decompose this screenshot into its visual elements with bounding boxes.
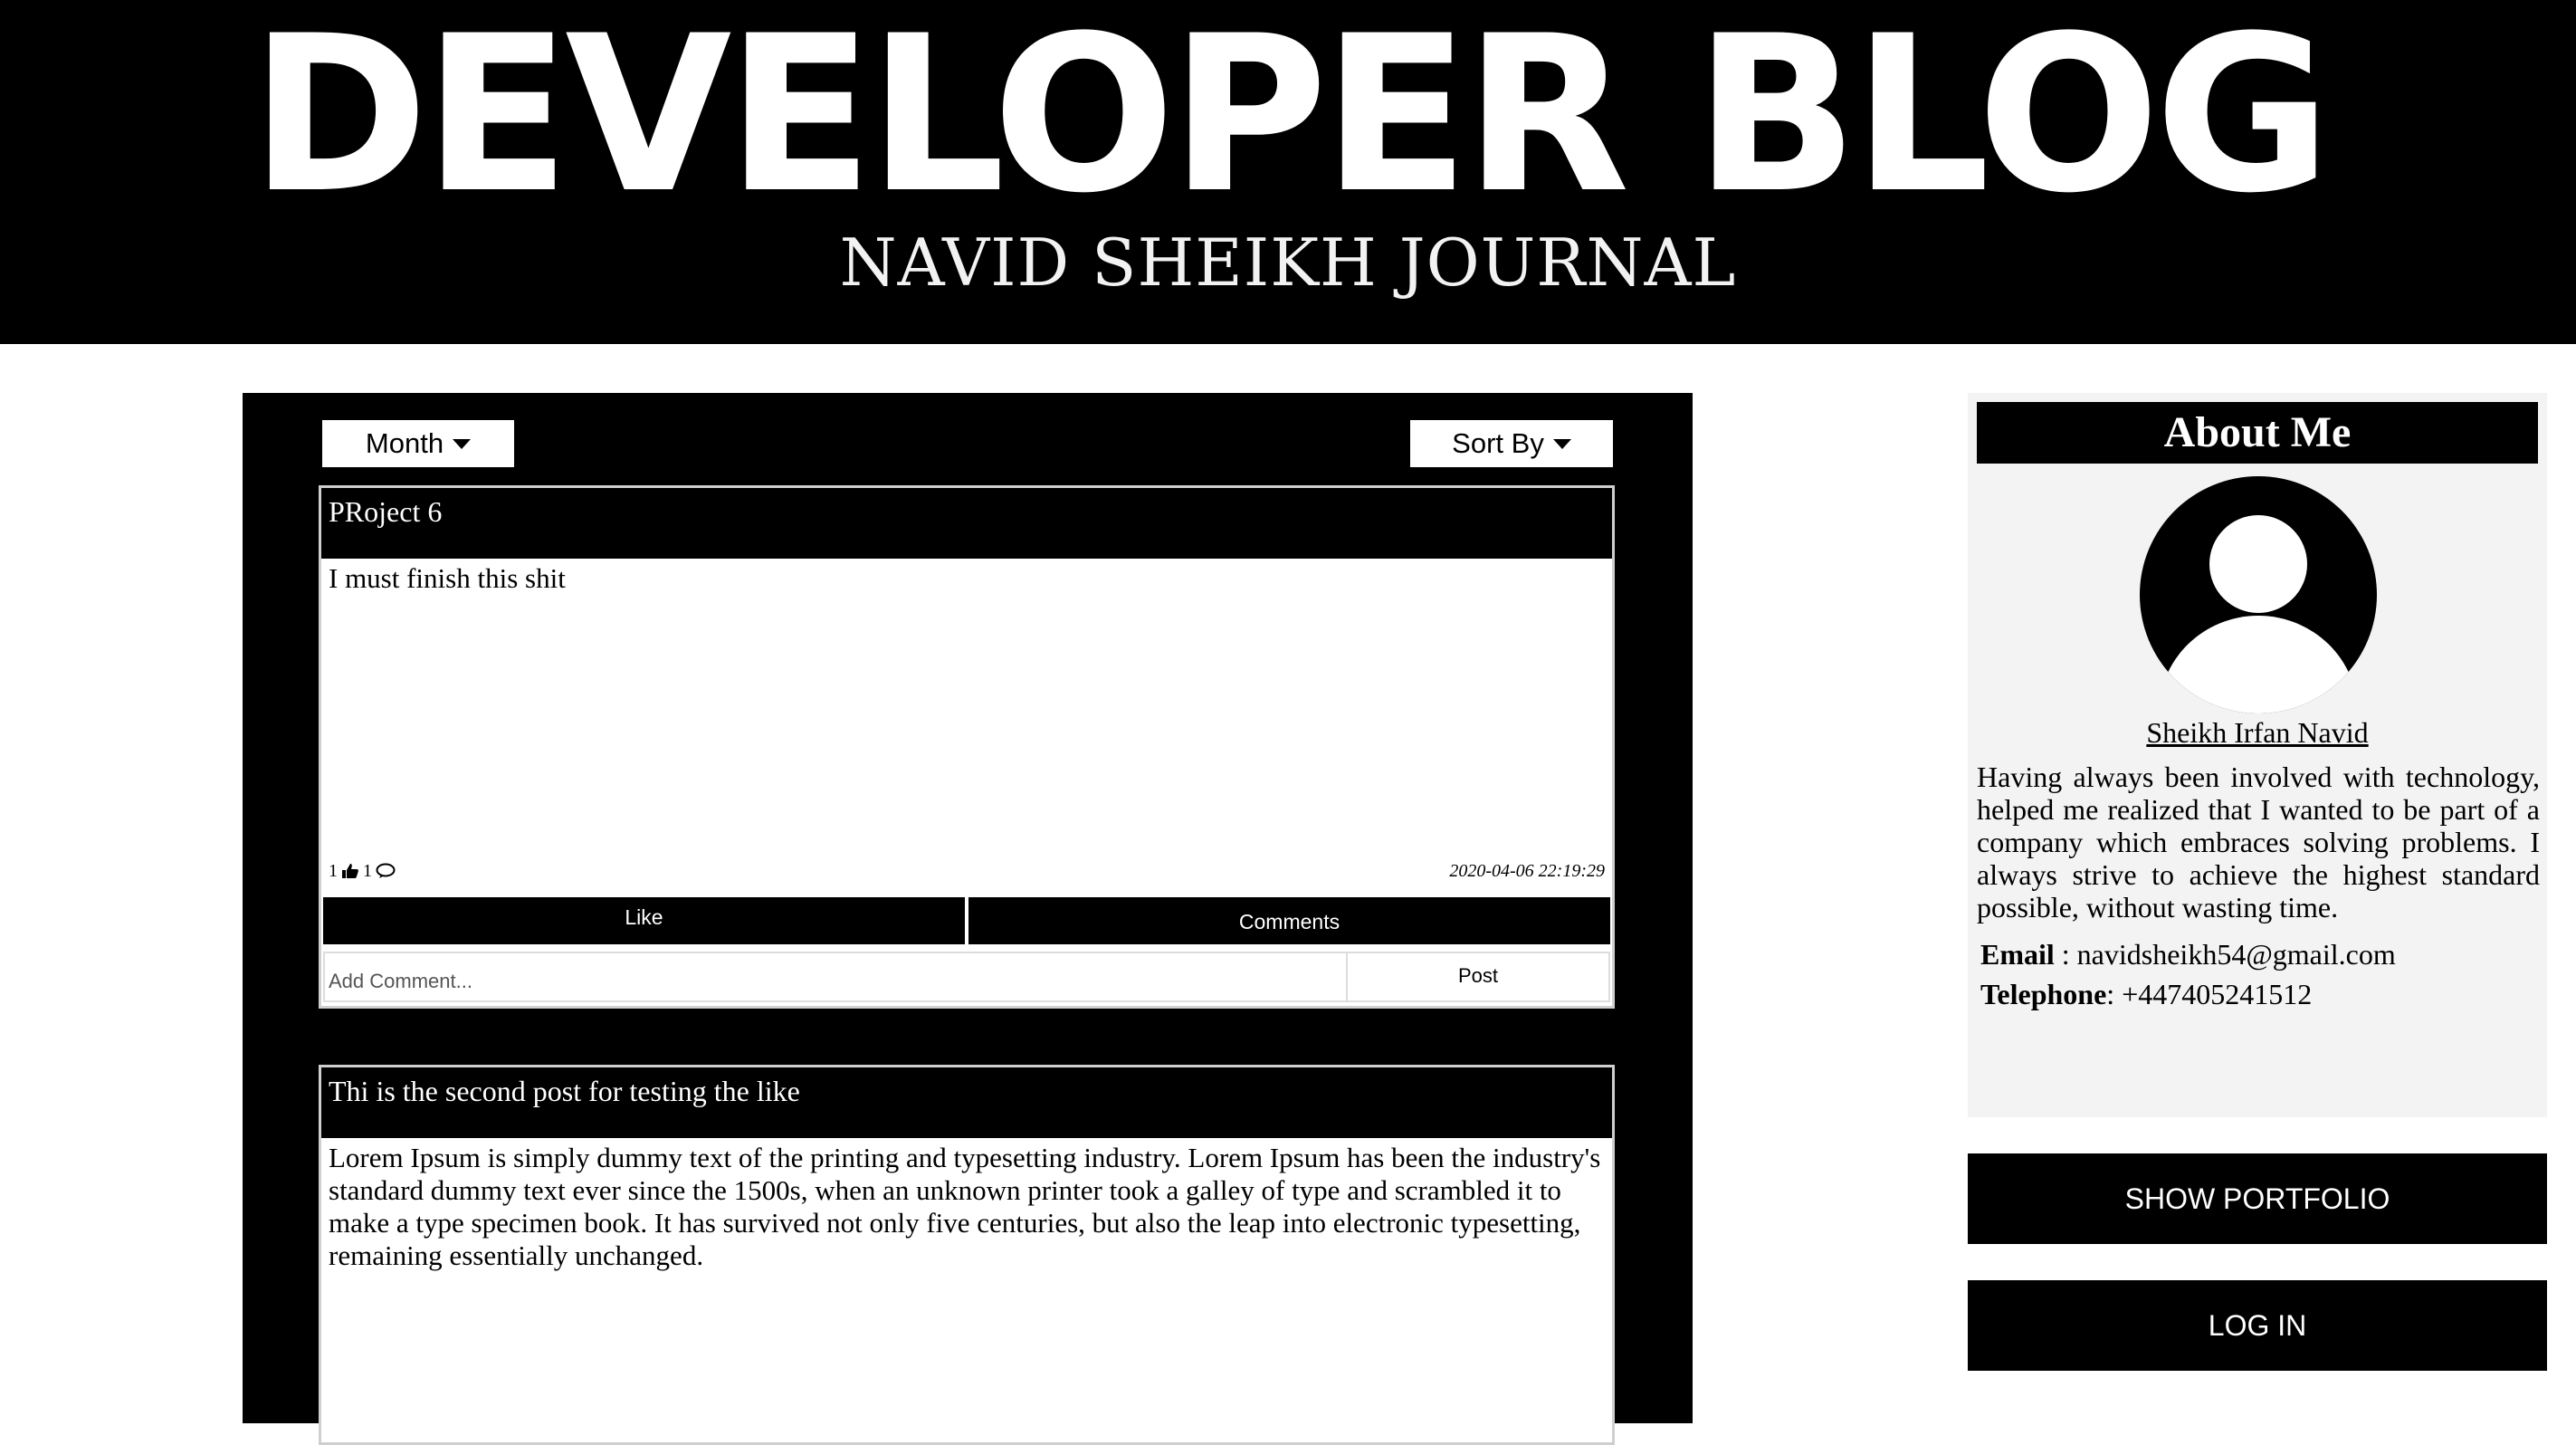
blog-title: DEVELOPER BLOG [250,0,2332,241]
post-title: PRoject 6 [321,488,1612,559]
log-in-button[interactable]: LOG IN [1968,1280,2547,1371]
telephone-value: : +447405241512 [2106,978,2313,1010]
sort-by-dropdown[interactable]: Sort By [1410,420,1613,467]
month-dropdown-label: Month [365,427,444,459]
post-card: Thi is the second post for testing the l… [319,1065,1615,1445]
post-actions: Like Comments [323,897,1610,944]
post-body: I must finish this shit [329,562,566,594]
email-value: : navidsheikh54@gmail.com [2054,938,2396,971]
email-label: Email [1980,938,2055,971]
about-me-panel: About Me Sheikh Irfan Navid Having alway… [1968,393,2547,1117]
thumbs-up-icon [341,863,359,879]
telephone-label: Telephone [1980,978,2107,1010]
posts-feed: Month Sort By PRoject 6 I must finish th… [243,393,1693,1445]
author-bio: Having always been involved with technol… [1977,761,2540,923]
author-name-link[interactable]: Sheikh Irfan Navid [1968,715,2547,750]
site-header: DEVELOPER BLOG NAVID SHEIKH JOURNAL [0,0,2576,344]
user-avatar-icon [2159,515,2358,713]
avatar [2140,476,2377,713]
show-portfolio-button[interactable]: SHOW PORTFOLIO [1968,1153,2547,1244]
add-comment-input[interactable] [325,953,1348,1000]
like-button[interactable]: Like [323,897,965,944]
contact-telephone: Telephone: +447405241512 [1980,974,2540,1014]
post-meta: 1 1 2020-04-06 22:19:29 [329,857,1605,885]
comment-form: Post [323,952,1610,1002]
sort-by-dropdown-label: Sort By [1452,427,1544,459]
caret-down-icon [453,438,472,449]
post-body: Lorem Ipsum is simply dummy text of the … [329,1142,1601,1271]
month-dropdown[interactable]: Month [322,420,514,467]
comment-count: 1 [363,860,372,881]
comments-button[interactable]: Comments [968,897,1610,944]
comment-icon [376,863,396,879]
blog-subtitle: NAVID SHEIKH JOURNAL [839,225,1737,301]
like-count: 1 [329,860,338,881]
caret-down-icon [1552,438,1571,449]
contact-email: Email : navidsheikh54@gmail.com [1980,934,2540,974]
post-card: PRoject 6 I must finish this shit 1 1 20… [319,485,1615,1009]
post-title: Thi is the second post for testing the l… [321,1067,1612,1138]
post-date: 2020-04-06 22:19:29 [1449,860,1605,881]
about-me-heading: About Me [1977,402,2538,464]
post-comment-button[interactable]: Post [1348,953,1608,1000]
